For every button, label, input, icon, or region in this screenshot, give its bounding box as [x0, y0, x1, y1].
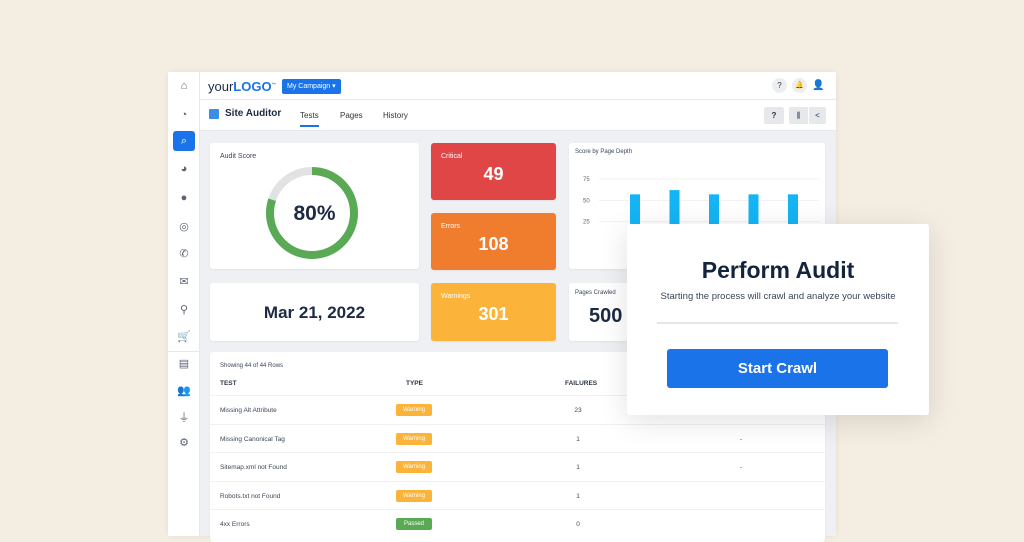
- type-badge: Warning: [396, 404, 432, 416]
- document-icon[interactable]: ▤: [173, 354, 195, 374]
- help-icon[interactable]: ?: [772, 78, 787, 93]
- pages-crawled-value: 500: [589, 305, 623, 327]
- extra-value: -: [740, 464, 743, 471]
- table-row[interactable]: Robots.txt not Found Warning 1: [210, 480, 825, 509]
- header-type[interactable]: TYPE: [406, 380, 423, 387]
- audit-date: Mar 21, 2022: [263, 303, 366, 322]
- test-name: Missing Alt Attribute: [220, 407, 277, 414]
- header-failures[interactable]: FAILURES: [565, 380, 597, 387]
- type-badge: Passed: [396, 518, 432, 530]
- audit-score-value: 80%: [293, 202, 336, 225]
- page-title: Site Auditor: [225, 108, 282, 119]
- tab-tests[interactable]: Tests: [300, 111, 319, 127]
- test-name: Missing Canonical Tag: [220, 435, 285, 443]
- modal-subtitle: Starting the process will crawl and anal…: [660, 291, 896, 302]
- type-badge: Warning: [396, 461, 432, 473]
- share-button[interactable]: <: [809, 107, 826, 124]
- warnings-card[interactable]: Warnings 301: [431, 283, 556, 341]
- tab-history[interactable]: History: [383, 111, 408, 120]
- progress-bar: [657, 322, 898, 324]
- tab-pages[interactable]: Pages: [340, 111, 363, 120]
- avatar[interactable]: 👤: [811, 78, 826, 93]
- row-count: Showing 44 of 44 Rows: [220, 363, 284, 369]
- plug-icon[interactable]: ⏚: [173, 408, 195, 428]
- test-name: 4xx Errors: [220, 521, 250, 528]
- filters-button[interactable]: ⫼: [789, 107, 808, 124]
- critical-value: 49: [483, 164, 504, 184]
- table-row[interactable]: Missing Canonical Tag Warning 1 -: [210, 423, 825, 452]
- date-card: Mar 21, 2022: [210, 283, 419, 341]
- type-badge: Warning: [396, 432, 432, 445]
- errors-title: Errors: [441, 223, 461, 230]
- help-button[interactable]: ?: [764, 107, 784, 124]
- cart-icon[interactable]: 🛒: [173, 327, 195, 347]
- critical-card[interactable]: Critical 49: [431, 143, 556, 200]
- sub-header: Site Auditor Tests Pages History ? ⫼ <: [200, 100, 836, 131]
- test-name: Sitemap.xml not Found: [220, 464, 287, 471]
- warnings-title: Warnings: [441, 293, 471, 300]
- home-icon[interactable]: ⌂: [173, 76, 195, 96]
- phone-icon[interactable]: ✆: [173, 244, 195, 264]
- table-row[interactable]: Sitemap.xml not Found Warning 1 -: [210, 452, 825, 480]
- campaign-dropdown[interactable]: My Campaign ▾: [282, 79, 341, 94]
- type-badge: Warning: [396, 489, 432, 502]
- start-crawl-button[interactable]: Start Crawl: [667, 349, 888, 388]
- audit-score-title: Audit Score: [220, 153, 257, 160]
- search-icon[interactable]: ⌕: [173, 131, 195, 151]
- top-bar: yourLOGO™ My Campaign ▾ ? 🔔 👤: [200, 72, 836, 100]
- failures-count: 0: [576, 521, 580, 528]
- site-auditor-icon: [209, 109, 219, 119]
- gear-icon[interactable]: ⚙: [173, 433, 195, 453]
- table-row[interactable]: 4xx Errors Passed 0: [210, 509, 825, 537]
- mail-icon[interactable]: ✉: [173, 272, 195, 292]
- chat-alt-icon[interactable]: ◎: [173, 217, 195, 237]
- warnings-value: 301: [478, 304, 509, 324]
- errors-value: 108: [478, 234, 509, 254]
- perform-audit-modal: Perform Audit Starting the process will …: [627, 224, 929, 415]
- y-tick-label: 50: [583, 198, 590, 204]
- audit-score-card: Audit Score 80%: [210, 143, 419, 269]
- critical-title: Critical: [441, 153, 463, 160]
- logo: yourLOGO™: [208, 79, 276, 94]
- header-test[interactable]: TEST: [220, 380, 237, 387]
- failures-count: 23: [574, 407, 582, 414]
- pages-crawled-title: Pages Crawled: [575, 290, 616, 296]
- failures-count: 1: [576, 435, 580, 443]
- failures-count: 1: [576, 492, 580, 500]
- dashboard-icon[interactable]: ◔: [173, 105, 195, 125]
- chat-icon[interactable]: ●: [173, 188, 195, 208]
- location-icon[interactable]: ⚲: [173, 300, 195, 320]
- failures-count: 1: [576, 464, 580, 471]
- modal-title: Perform Audit: [701, 257, 855, 283]
- sidebar: ⌂ ◔ ⌕ ◕ ● ◎ ✆ ✉ ⚲ 🛒 ▤ 👥 ⏚ ⚙: [168, 72, 200, 536]
- sidebar-divider: [168, 351, 200, 352]
- pie-chart-icon[interactable]: ◕: [173, 159, 195, 179]
- y-tick-label: 25: [583, 220, 590, 226]
- y-tick-label: 75: [583, 177, 590, 183]
- users-icon[interactable]: 👥: [173, 381, 195, 401]
- extra-value: -: [740, 435, 743, 443]
- test-name: Robots.txt not Found: [220, 492, 281, 500]
- errors-card[interactable]: Errors 108: [431, 213, 556, 270]
- bell-icon[interactable]: 🔔: [792, 78, 807, 93]
